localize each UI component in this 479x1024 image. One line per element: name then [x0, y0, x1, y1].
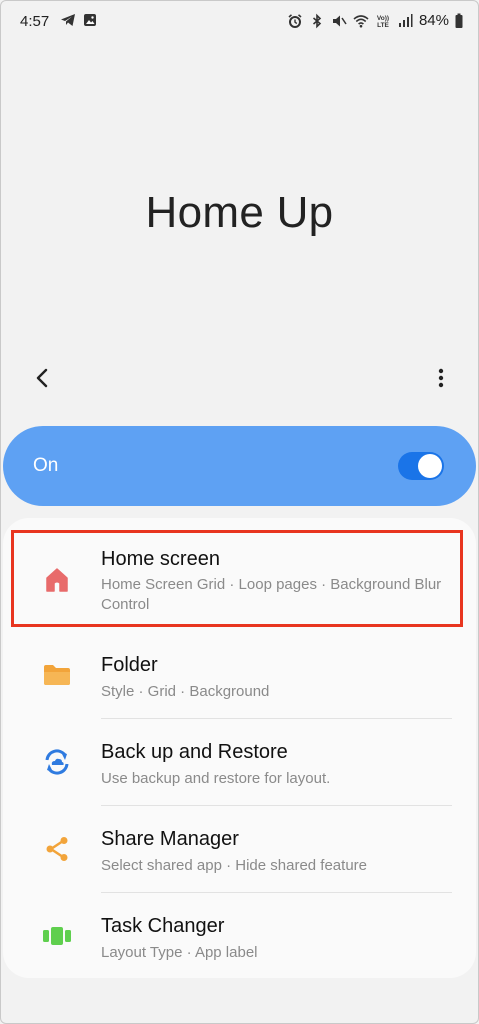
signal-icon: [398, 13, 413, 27]
page-title: Home Up: [145, 188, 334, 237]
svg-text:LTE: LTE: [377, 22, 389, 29]
item-subtitle: Home Screen Grid · Loop pages · Backgrou…: [101, 576, 442, 613]
settings-list: Home screen Home Screen Grid · Loop page…: [3, 518, 476, 978]
item-title: Back up and Restore: [101, 741, 288, 763]
volte-icon: Vo)) LTE: [377, 15, 390, 29]
item-title: Folder: [101, 654, 158, 676]
backup-restore-icon: [45, 749, 69, 775]
item-subtitle: Use backup and restore for layout.: [101, 770, 331, 787]
toggle-knob: [418, 454, 442, 478]
status-bar: 4:57 Vo)) LTE 84%: [0, 0, 479, 44]
folder-icon: [44, 665, 70, 685]
master-switch-label: On: [33, 455, 59, 476]
task-changer-icon: [43, 927, 71, 945]
gallery-icon: [84, 14, 96, 26]
chevron-left-icon[interactable]: [28, 362, 56, 394]
home-icon: [46, 568, 68, 592]
toolbar: [0, 356, 479, 400]
item-subtitle: Style · Grid · Background: [101, 683, 270, 700]
alarm-icon: [288, 13, 302, 28]
list-item-home-screen[interactable]: Home screen Home Screen Grid · Loop page…: [3, 518, 476, 632]
master-switch-bar[interactable]: On: [3, 426, 476, 506]
more-vertical-icon[interactable]: [431, 362, 451, 394]
bluetooth-icon: [312, 13, 322, 28]
item-subtitle: Layout Type · App label: [101, 944, 258, 961]
list-item-backup-restore[interactable]: Back up and Restore Use backup and resto…: [3, 719, 476, 806]
telegram-icon: [61, 14, 75, 26]
battery-level: 84%: [418, 12, 449, 29]
item-title: Task Changer: [101, 915, 225, 937]
item-title: Home screen: [101, 548, 220, 570]
battery-icon: [455, 13, 463, 28]
wifi-icon: [353, 14, 369, 27]
list-item-folder[interactable]: Folder Style · Grid · Background: [3, 632, 476, 719]
status-time: 4:57: [20, 13, 50, 30]
mute-icon: [332, 15, 347, 26]
svg-text:Vo)): Vo)): [377, 15, 389, 22]
item-subtitle: Select shared app · Hide shared feature: [101, 857, 367, 874]
share-icon: [46, 837, 68, 861]
master-toggle[interactable]: [398, 452, 444, 480]
list-item-share-manager[interactable]: Share Manager Select shared app · Hide s…: [3, 806, 476, 893]
item-title: Share Manager: [101, 828, 239, 850]
list-item-task-changer[interactable]: Task Changer Layout Type · App label: [3, 893, 476, 978]
